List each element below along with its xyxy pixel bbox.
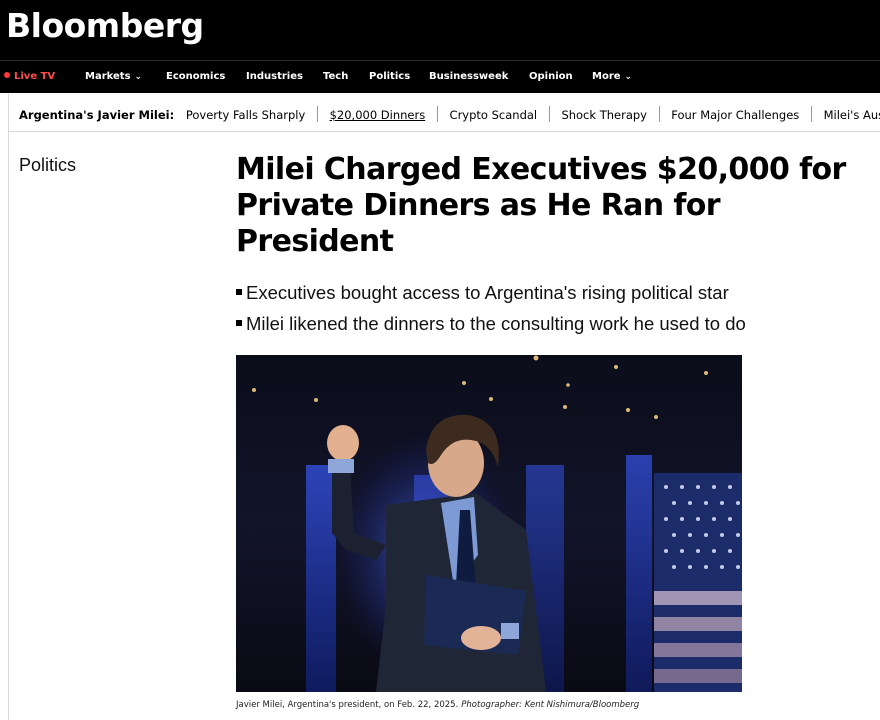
topic-link-poverty[interactable]: Poverty Falls Sharply	[186, 108, 305, 122]
topic-link-milei-aus[interactable]: Milei's Aus	[824, 108, 880, 122]
nav-markets[interactable]: Markets ⌄	[85, 71, 142, 82]
bullet-square-icon	[236, 320, 242, 326]
divider	[548, 106, 550, 122]
nav-tech[interactable]: Tech	[323, 71, 348, 82]
chevron-down-icon: ⌄	[624, 72, 633, 82]
article-headline: Milei Charged Executives $20,000 for Pri…	[236, 152, 846, 259]
nav-opinion[interactable]: Opinion	[529, 71, 573, 82]
divider	[316, 106, 318, 122]
masthead: Bloomberg	[0, 0, 880, 60]
live-dot-icon	[4, 72, 10, 78]
topic-link-dinners[interactable]: $20,000 Dinners	[330, 108, 426, 122]
nav-businessweek[interactable]: Businessweek	[429, 71, 508, 82]
nav-more[interactable]: More ⌄	[592, 71, 632, 82]
topic-strip: Argentina's Javier Milei: Poverty Falls …	[19, 106, 880, 122]
summary-bullet: Executives bought access to Argentina's …	[236, 277, 876, 308]
summary-bullet: Milei likened the dinners to the consult…	[236, 308, 876, 339]
nav-more-label: More	[592, 71, 621, 82]
stage-photo-graphic	[236, 355, 742, 692]
caption-text: Javier Milei, Argentina's president, on …	[236, 700, 459, 710]
summary-bullet-text: Milei likened the dinners to the consult…	[246, 313, 746, 334]
section-label[interactable]: Politics	[19, 155, 76, 176]
divider	[658, 106, 660, 122]
article-photo[interactable]	[236, 355, 742, 692]
topic-label: Argentina's Javier Milei:	[19, 108, 175, 122]
nav-politics[interactable]: Politics	[369, 71, 410, 82]
nav-live-label: Live TV	[14, 71, 56, 82]
nav-live-tv[interactable]: Live TV	[4, 71, 55, 82]
topic-bar: Argentina's Javier Milei: Poverty Falls …	[8, 94, 880, 132]
chevron-down-icon: ⌄	[134, 72, 143, 82]
divider	[8, 132, 9, 720]
summary-bullet-text: Executives bought access to Argentina's …	[246, 282, 729, 303]
bullet-square-icon	[236, 289, 242, 295]
topic-link-crypto[interactable]: Crypto Scandal	[450, 108, 538, 122]
photo-caption: Javier Milei, Argentina's president, on …	[236, 700, 639, 710]
primary-nav: Live TV Markets ⌄ Economics Industries Te…	[0, 60, 880, 93]
bloomberg-logo[interactable]: Bloomberg	[6, 6, 204, 45]
topic-link-shock-therapy[interactable]: Shock Therapy	[561, 108, 647, 122]
nav-economics[interactable]: Economics	[166, 71, 225, 82]
topic-link-challenges[interactable]: Four Major Challenges	[671, 108, 799, 122]
nav-industries[interactable]: Industries	[246, 71, 303, 82]
divider	[436, 106, 438, 122]
nav-markets-label: Markets	[85, 71, 131, 82]
photo-credit: Photographer: Kent Nishimura/Bloomberg	[461, 700, 640, 710]
article-summary: Executives bought access to Argentina's …	[236, 277, 876, 339]
divider	[810, 106, 812, 122]
